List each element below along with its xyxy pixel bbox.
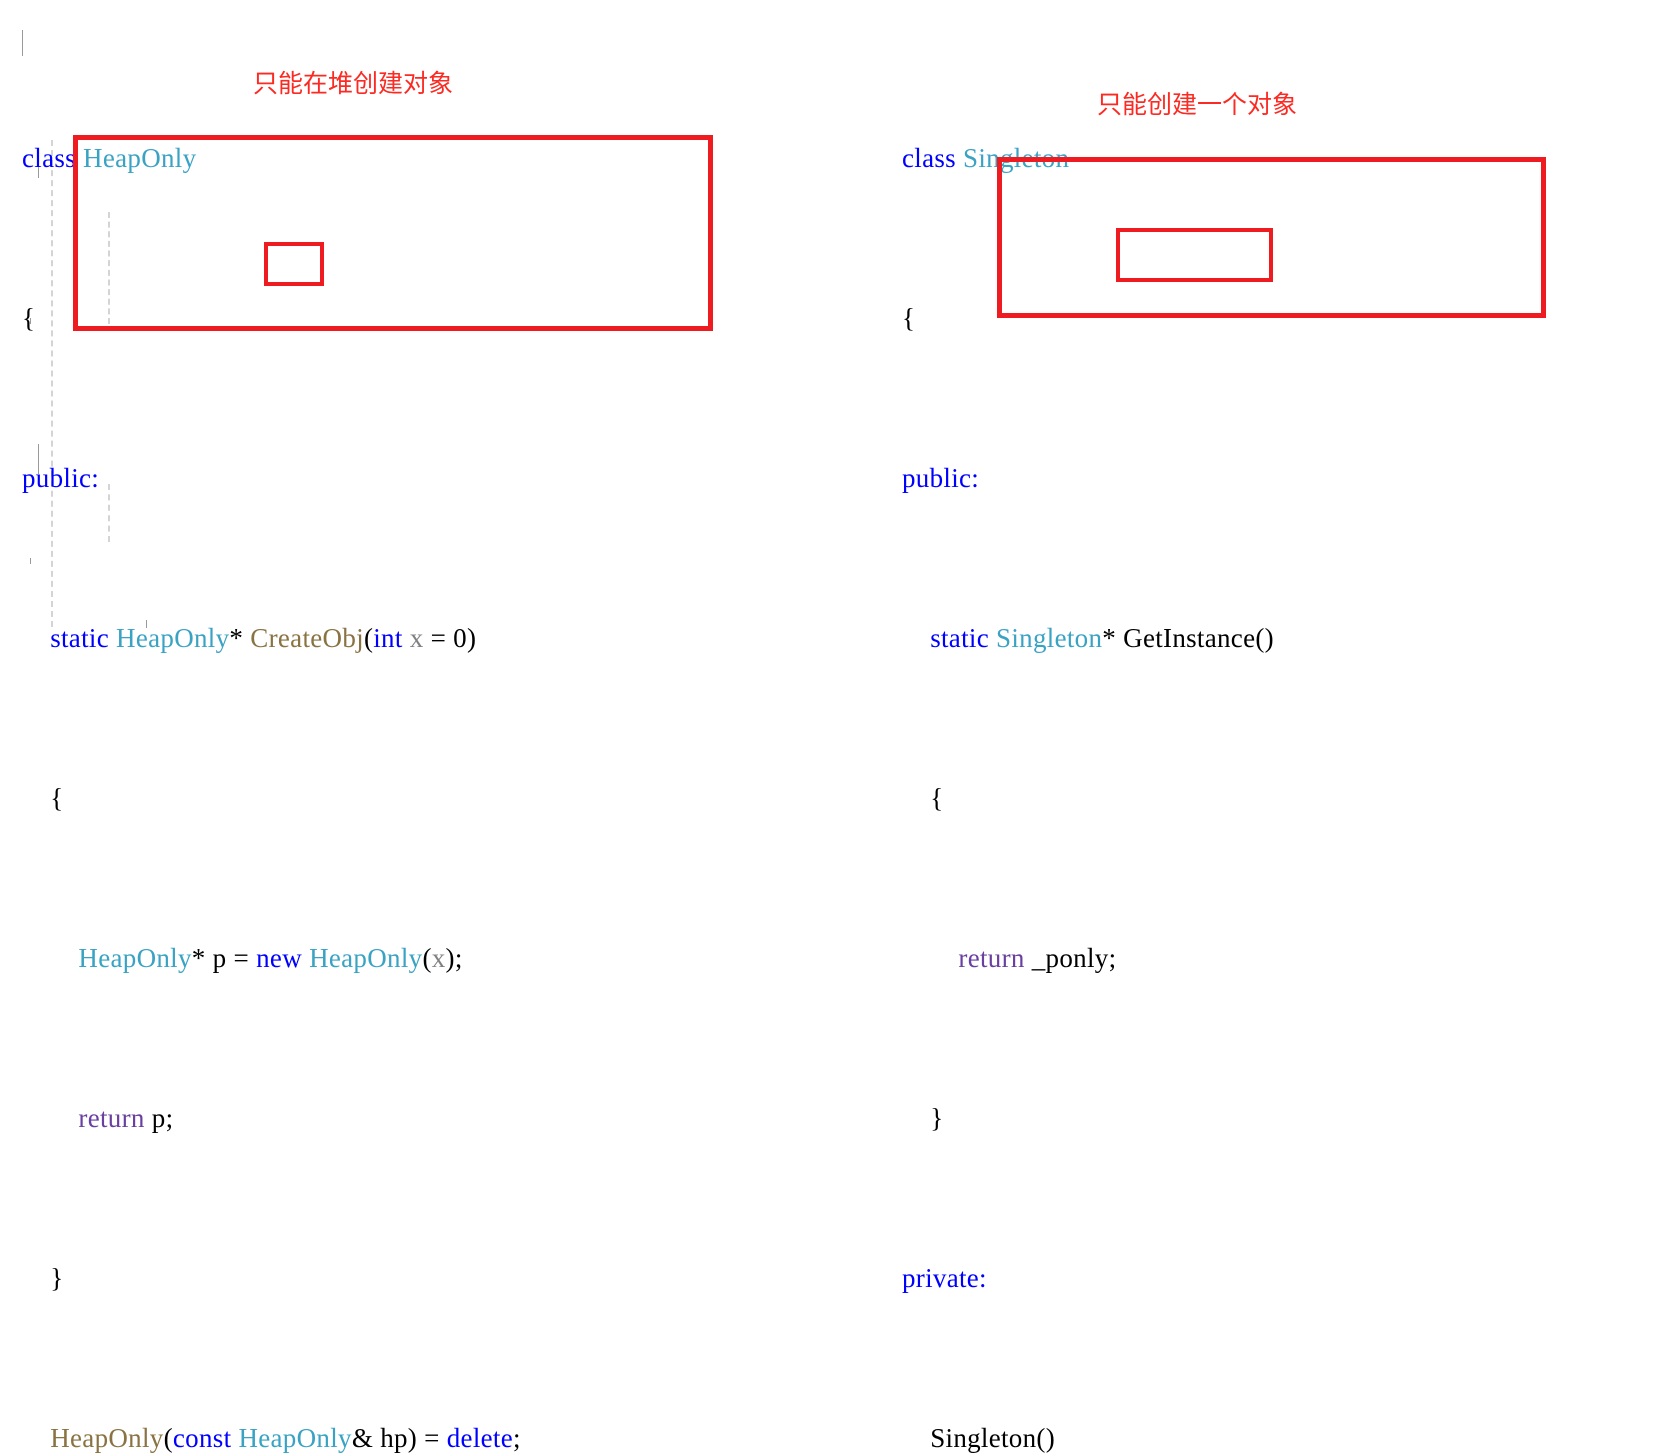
code-line: return _ponly; <box>902 938 1417 978</box>
token-access-private: private: <box>902 1263 987 1293</box>
token-brace-close: } <box>930 1103 944 1133</box>
code-line: public: <box>22 458 657 498</box>
code-line: static HeapOnly* CreateObj(int x = 0) <box>22 618 657 658</box>
token-type-heaponly: HeapOnly <box>78 943 192 973</box>
token-var-p: p <box>151 1103 166 1133</box>
token-keyword-const: const <box>172 1423 232 1453</box>
annotation-singleton: 只能创建一个对象 <box>1097 90 1298 119</box>
token-keyword-static: static <box>50 623 109 653</box>
token-type-heaponly: HeapOnly <box>309 943 423 973</box>
token-fn-getinstance: GetInstance <box>1123 623 1256 653</box>
token-keyword-class: class <box>22 143 76 173</box>
token-semicolon: ; <box>513 1423 521 1453</box>
token-var-p: p <box>212 943 227 973</box>
annotation-heap-only: 只能在堆创建对象 <box>253 69 454 98</box>
token-type-singleton: Singleton <box>996 623 1103 653</box>
token-paren-close: ) <box>445 943 455 973</box>
token-brace-open: { <box>902 303 916 333</box>
code-line: static Singleton* GetInstance() <box>902 618 1417 658</box>
token-assign: = <box>226 943 257 973</box>
token-paren-open: ( <box>422 943 432 973</box>
code-line: private: <box>902 1258 1417 1298</box>
code-line: { <box>22 778 657 818</box>
token-arg-x: x <box>431 943 446 973</box>
singleton-code-listing: class Singleton { public: static Singlet… <box>902 18 1417 1454</box>
token-parens-empty: () <box>1036 1423 1056 1453</box>
token-keyword-static: static <box>930 623 989 653</box>
code-line: } <box>22 1258 657 1298</box>
token-paren-open: ( <box>363 623 374 653</box>
code-line: { <box>22 298 657 338</box>
code-line: HeapOnly(const HeapOnly& hp) = delete; <box>22 1418 657 1454</box>
token-type-heaponly: HeapOnly <box>238 1423 352 1453</box>
token-semicolon: ; <box>1108 943 1117 973</box>
token-brace-open: { <box>50 783 64 813</box>
token-brace-open: { <box>930 783 944 813</box>
token-paren-close: ) <box>466 623 477 653</box>
code-line: class HeapOnly <box>22 138 657 178</box>
token-access-public: public: <box>22 463 100 493</box>
token-brace-close: } <box>50 1263 64 1293</box>
code-line: public: <box>902 458 1417 498</box>
token-keyword-return: return <box>78 1103 145 1133</box>
token-assign: = <box>423 623 454 653</box>
token-semicolon: ; <box>454 943 463 973</box>
heaponly-code-listing: class HeapOnly { public: static HeapOnly… <box>22 18 657 1454</box>
token-ctor-heaponly: HeapOnly <box>50 1423 164 1453</box>
token-type-heaponly: HeapOnly <box>116 623 230 653</box>
token-pointer-star: * <box>229 623 244 653</box>
token-brace-open: { <box>22 303 36 333</box>
token-parens-empty: () <box>1255 623 1274 653</box>
token-param-x: x <box>409 623 424 653</box>
token-paren-open: ( <box>163 1423 173 1453</box>
token-literal-zero: 0 <box>453 623 467 653</box>
token-semicolon: ; <box>165 1103 174 1133</box>
token-type-heaponly: HeapOnly <box>83 143 197 173</box>
token-var-ponly: _ponly <box>1031 943 1109 973</box>
code-line: Singleton() <box>902 1418 1417 1454</box>
token-type-singleton: Singleton <box>963 143 1070 173</box>
token-keyword-class: class <box>902 143 956 173</box>
code-comparison-canvas: class HeapOnly { public: static HeapOnly… <box>0 0 1668 1453</box>
code-line: { <box>902 298 1417 338</box>
token-ctor-singleton: Singleton <box>930 1423 1037 1453</box>
token-param-hp: hp <box>380 1423 408 1453</box>
token-fn-createobj: CreateObj <box>250 623 364 653</box>
token-keyword-int: int <box>373 623 403 653</box>
token-keyword-return: return <box>958 943 1025 973</box>
code-line: class Singleton <box>902 138 1417 178</box>
token-reference-amp: & <box>351 1423 374 1453</box>
token-keyword-delete: delete <box>446 1423 513 1453</box>
code-line: } <box>902 1098 1417 1138</box>
code-line: return p; <box>22 1098 657 1138</box>
token-keyword-new: new <box>256 943 302 973</box>
token-pointer-star: * <box>191 943 206 973</box>
token-assign: = <box>417 1423 447 1453</box>
code-line: HeapOnly* p = new HeapOnly(x); <box>22 938 657 978</box>
token-pointer-star: * <box>1102 623 1117 653</box>
code-line: { <box>902 778 1417 818</box>
token-paren-close: ) <box>407 1423 418 1453</box>
token-access-public: public: <box>902 463 980 493</box>
